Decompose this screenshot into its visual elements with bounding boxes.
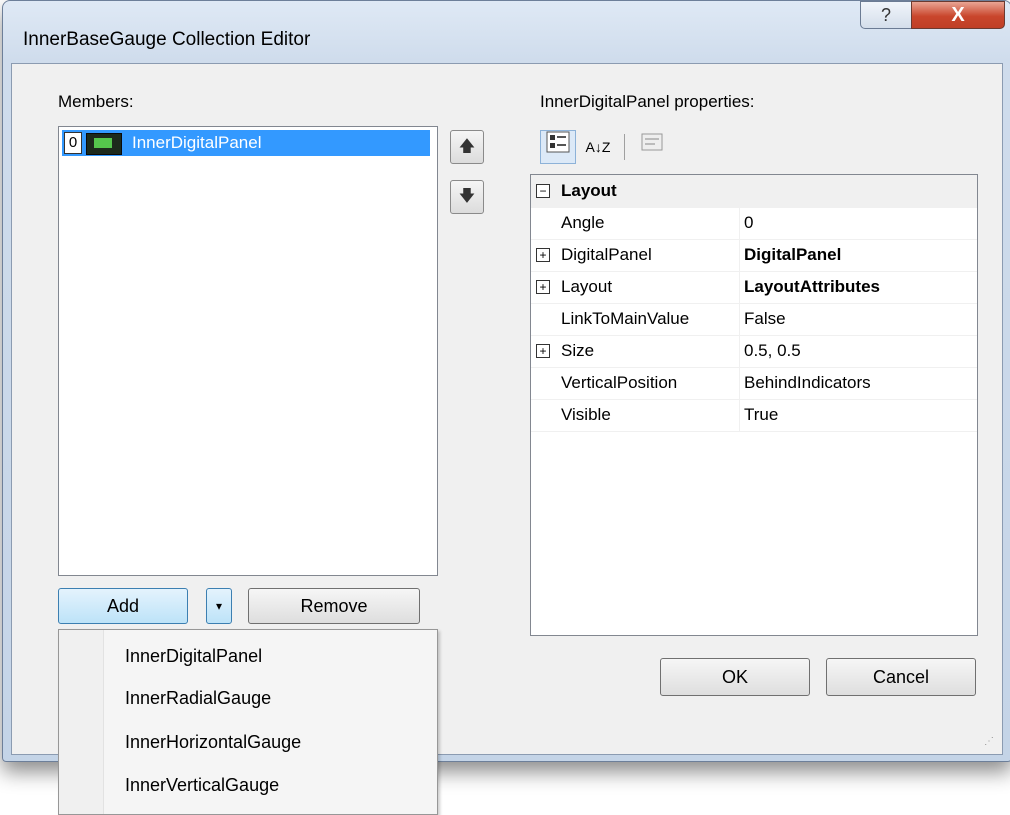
move-up-button[interactable]: 🡅 — [450, 130, 484, 164]
move-down-button[interactable]: 🡇 — [450, 180, 484, 214]
resize-grip-icon[interactable]: ⋰ — [984, 736, 996, 748]
window-title: InnerBaseGauge Collection Editor — [23, 29, 311, 50]
property-name: Visible — [561, 405, 611, 424]
expand-icon[interactable]: + — [536, 280, 550, 294]
property-name: Size — [561, 341, 595, 360]
property-grid[interactable]: − Layout Angle 0 + DigitalPanel DigitalP… — [530, 174, 978, 636]
add-button[interactable]: Add — [58, 588, 188, 624]
list-item[interactable]: 0 InnerDigitalPanel — [62, 130, 430, 156]
ok-button[interactable]: OK — [660, 658, 810, 696]
menu-item-inner-horizontal-gauge[interactable]: InnerHorizontalGauge — [125, 732, 301, 753]
property-name: Layout — [561, 277, 613, 296]
add-dropdown-menu: InnerDigitalPanel InnerRadialGauge Inner… — [58, 629, 438, 815]
property-row[interactable]: + DigitalPanel DigitalPanel — [531, 239, 977, 272]
property-row[interactable]: Angle 0 — [531, 207, 977, 240]
property-name: LinkToMainValue — [561, 309, 690, 328]
expand-icon[interactable]: + — [536, 248, 550, 262]
property-value[interactable]: BehindIndicators — [739, 367, 980, 399]
cancel-button[interactable]: Cancel — [826, 658, 976, 696]
property-value[interactable]: True — [739, 399, 980, 431]
property-value[interactable]: 0 — [739, 207, 980, 239]
collapse-icon[interactable]: − — [536, 184, 550, 198]
toolbar-separator — [624, 134, 625, 160]
menu-item-inner-radial-gauge[interactable]: InnerRadialGauge — [125, 688, 271, 709]
property-row[interactable]: + Size 0.5, 0.5 — [531, 335, 977, 368]
item-label: InnerDigitalPanel — [132, 133, 262, 152]
property-value[interactable]: 0.5, 0.5 — [739, 335, 980, 367]
help-button[interactable]: ? — [860, 1, 912, 29]
categorized-view-icon[interactable] — [540, 130, 576, 164]
property-row[interactable]: + Layout LayoutAttributes — [531, 271, 977, 304]
property-value[interactable]: DigitalPanel — [739, 239, 980, 271]
members-list[interactable]: 0 InnerDigitalPanel — [58, 126, 438, 576]
property-name: VerticalPosition — [561, 373, 678, 392]
property-pages-icon[interactable] — [634, 130, 670, 164]
members-label: Members: — [58, 92, 134, 111]
property-row[interactable]: LinkToMainValue False — [531, 303, 977, 336]
item-index: 0 — [64, 132, 82, 154]
property-row[interactable]: Visible True — [531, 399, 977, 432]
menu-item-inner-digital-panel[interactable]: InnerDigitalPanel — [125, 646, 262, 667]
remove-button[interactable]: Remove — [248, 588, 420, 624]
close-button[interactable]: X — [911, 1, 1005, 29]
property-row[interactable]: VerticalPosition BehindIndicators — [531, 367, 977, 400]
alphabetical-sort-icon[interactable]: A↓Z — [580, 130, 616, 164]
property-value[interactable]: LayoutAttributes — [739, 271, 980, 303]
category-label: Layout — [561, 181, 617, 200]
properties-label: InnerDigitalPanel properties: — [540, 92, 755, 111]
property-name: Angle — [561, 213, 605, 232]
digital-panel-icon — [86, 133, 122, 155]
property-name: DigitalPanel — [561, 245, 652, 264]
category-row[interactable]: − Layout — [531, 175, 977, 208]
expand-icon[interactable]: + — [536, 344, 550, 358]
add-dropdown-button[interactable]: ▾ — [206, 588, 232, 624]
menu-gutter — [59, 630, 104, 814]
menu-item-inner-vertical-gauge[interactable]: InnerVerticalGauge — [125, 775, 279, 796]
property-value[interactable]: False — [739, 303, 980, 335]
